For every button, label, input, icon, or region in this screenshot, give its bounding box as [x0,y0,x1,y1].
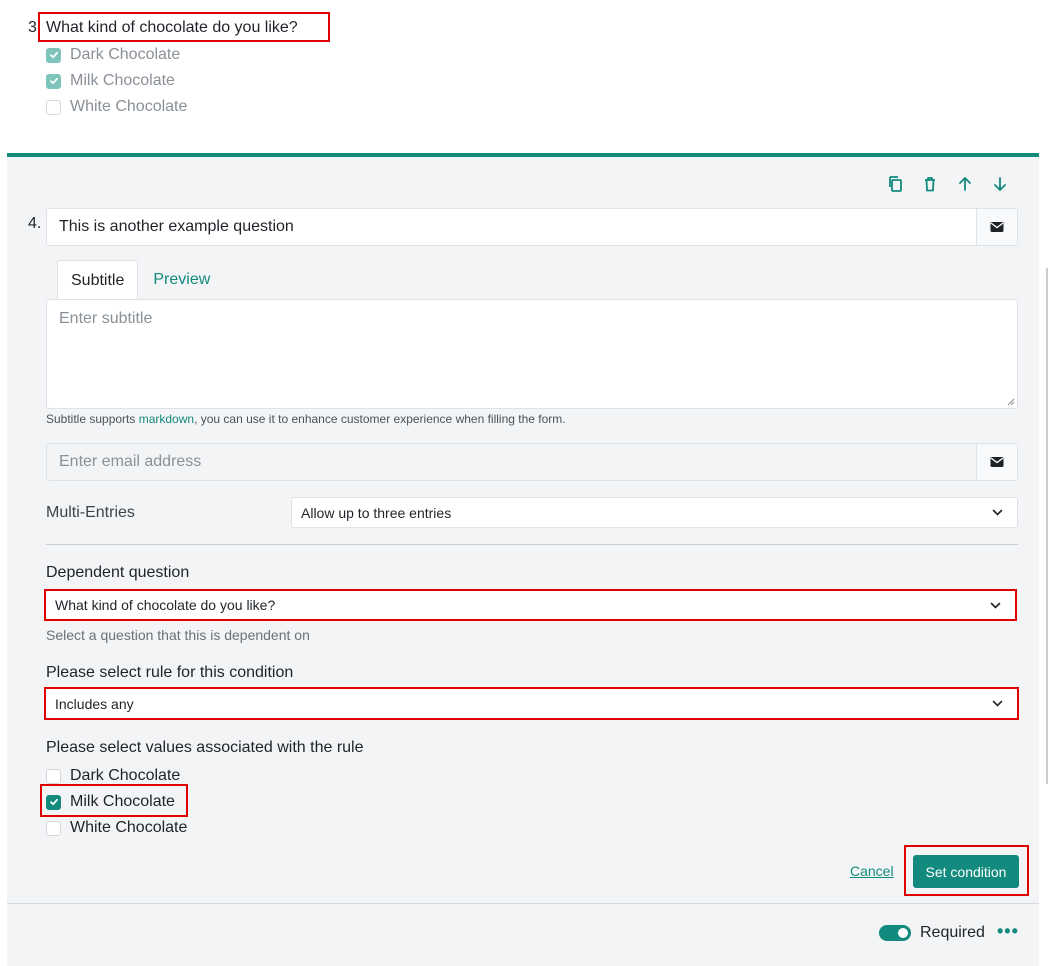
subtitle-textarea[interactable]: Enter subtitle [46,299,1018,409]
email-field[interactable]: Enter email address [46,443,1018,481]
chevron-down-icon [992,700,1003,707]
question-number: 4. [28,215,42,232]
arrow-down-icon[interactable] [989,173,1011,195]
checkbox-checked-icon[interactable] [46,73,61,89]
divider [46,544,1018,545]
dependent-question-hint: Select a question that this is dependent… [46,627,310,643]
email-input[interactable]: Enter email address [47,444,976,480]
copy-icon[interactable] [885,173,907,195]
tab-subtitle[interactable]: Subtitle [57,260,139,300]
value-milk-chocolate[interactable]: Milk Chocolate [46,791,175,813]
question-4-card: 4. This is another example question Subt… [7,153,1039,966]
value-label: White Chocolate [70,819,188,836]
subtitle-tabs: Subtitle Preview [57,260,223,300]
values-label: Please select values associated with the… [46,739,364,756]
question-number: 3 [28,19,37,36]
question-title-field[interactable]: This is another example question [46,208,1018,246]
select-value: What kind of chocolate do you like? [55,597,276,613]
scrollbar[interactable] [1046,268,1048,784]
question-title-input[interactable]: This is another example question [47,209,976,245]
cancel-link[interactable]: Cancel [850,863,894,879]
multi-entries-label: Multi-Entries [46,504,135,521]
option-label: White Chocolate [70,98,188,115]
question-title: What kind of chocolate do you like? [46,19,298,36]
subtitle-placeholder: Enter subtitle [59,310,153,327]
resize-handle-icon[interactable] [1007,398,1015,406]
checkbox-icon[interactable] [46,768,61,784]
value-label: Milk Chocolate [70,793,175,810]
set-condition-button[interactable]: Set condition [913,855,1019,888]
toggle-knob [898,928,908,938]
trash-icon[interactable] [919,173,941,195]
more-options-icon[interactable]: ••• [997,921,1019,942]
option-milk-chocolate[interactable]: Milk Chocolate [46,70,175,92]
question-3: 3 What kind of chocolate do you like? Da… [0,0,1050,154]
checkbox-icon[interactable] [46,99,61,115]
value-white-chocolate[interactable]: White Chocolate [46,817,187,839]
select-value: Includes any [55,695,134,712]
select-value: Allow up to three entries [301,504,452,521]
subtitle-hint: Subtitle supports markdown, you can use … [46,412,566,426]
dependent-question-select[interactable]: What kind of chocolate do you like? [44,589,1017,621]
card-footer: Required ••• [7,903,1039,966]
dependent-question-label: Dependent question [46,564,190,581]
multi-entries-select[interactable]: Allow up to three entries [291,497,1018,528]
chevron-down-icon [992,509,1003,516]
option-label: Dark Chocolate [70,46,181,63]
option-label: Milk Chocolate [70,72,175,89]
rule-label: Please select rule for this condition [46,664,294,681]
arrow-up-icon[interactable] [954,173,976,195]
checkbox-checked-icon[interactable] [46,47,61,63]
option-dark-chocolate[interactable]: Dark Chocolate [46,44,180,66]
checkbox-icon[interactable] [46,820,61,836]
option-white-chocolate[interactable]: White Chocolate [46,96,187,118]
required-toggle[interactable] [879,925,911,941]
required-label: Required [920,924,985,941]
envelope-icon[interactable] [976,444,1017,480]
checkbox-checked-icon[interactable] [46,794,61,810]
tab-preview[interactable]: Preview [138,260,223,300]
chevron-down-icon [990,602,1001,609]
hint-text: Subtitle supports [46,412,139,426]
value-label: Dark Chocolate [70,767,181,784]
rule-select[interactable]: Includes any [44,687,1019,720]
markdown-link[interactable]: markdown [139,412,194,426]
hint-text: , you can use it to enhance customer exp… [194,412,566,426]
envelope-icon[interactable] [976,209,1017,245]
